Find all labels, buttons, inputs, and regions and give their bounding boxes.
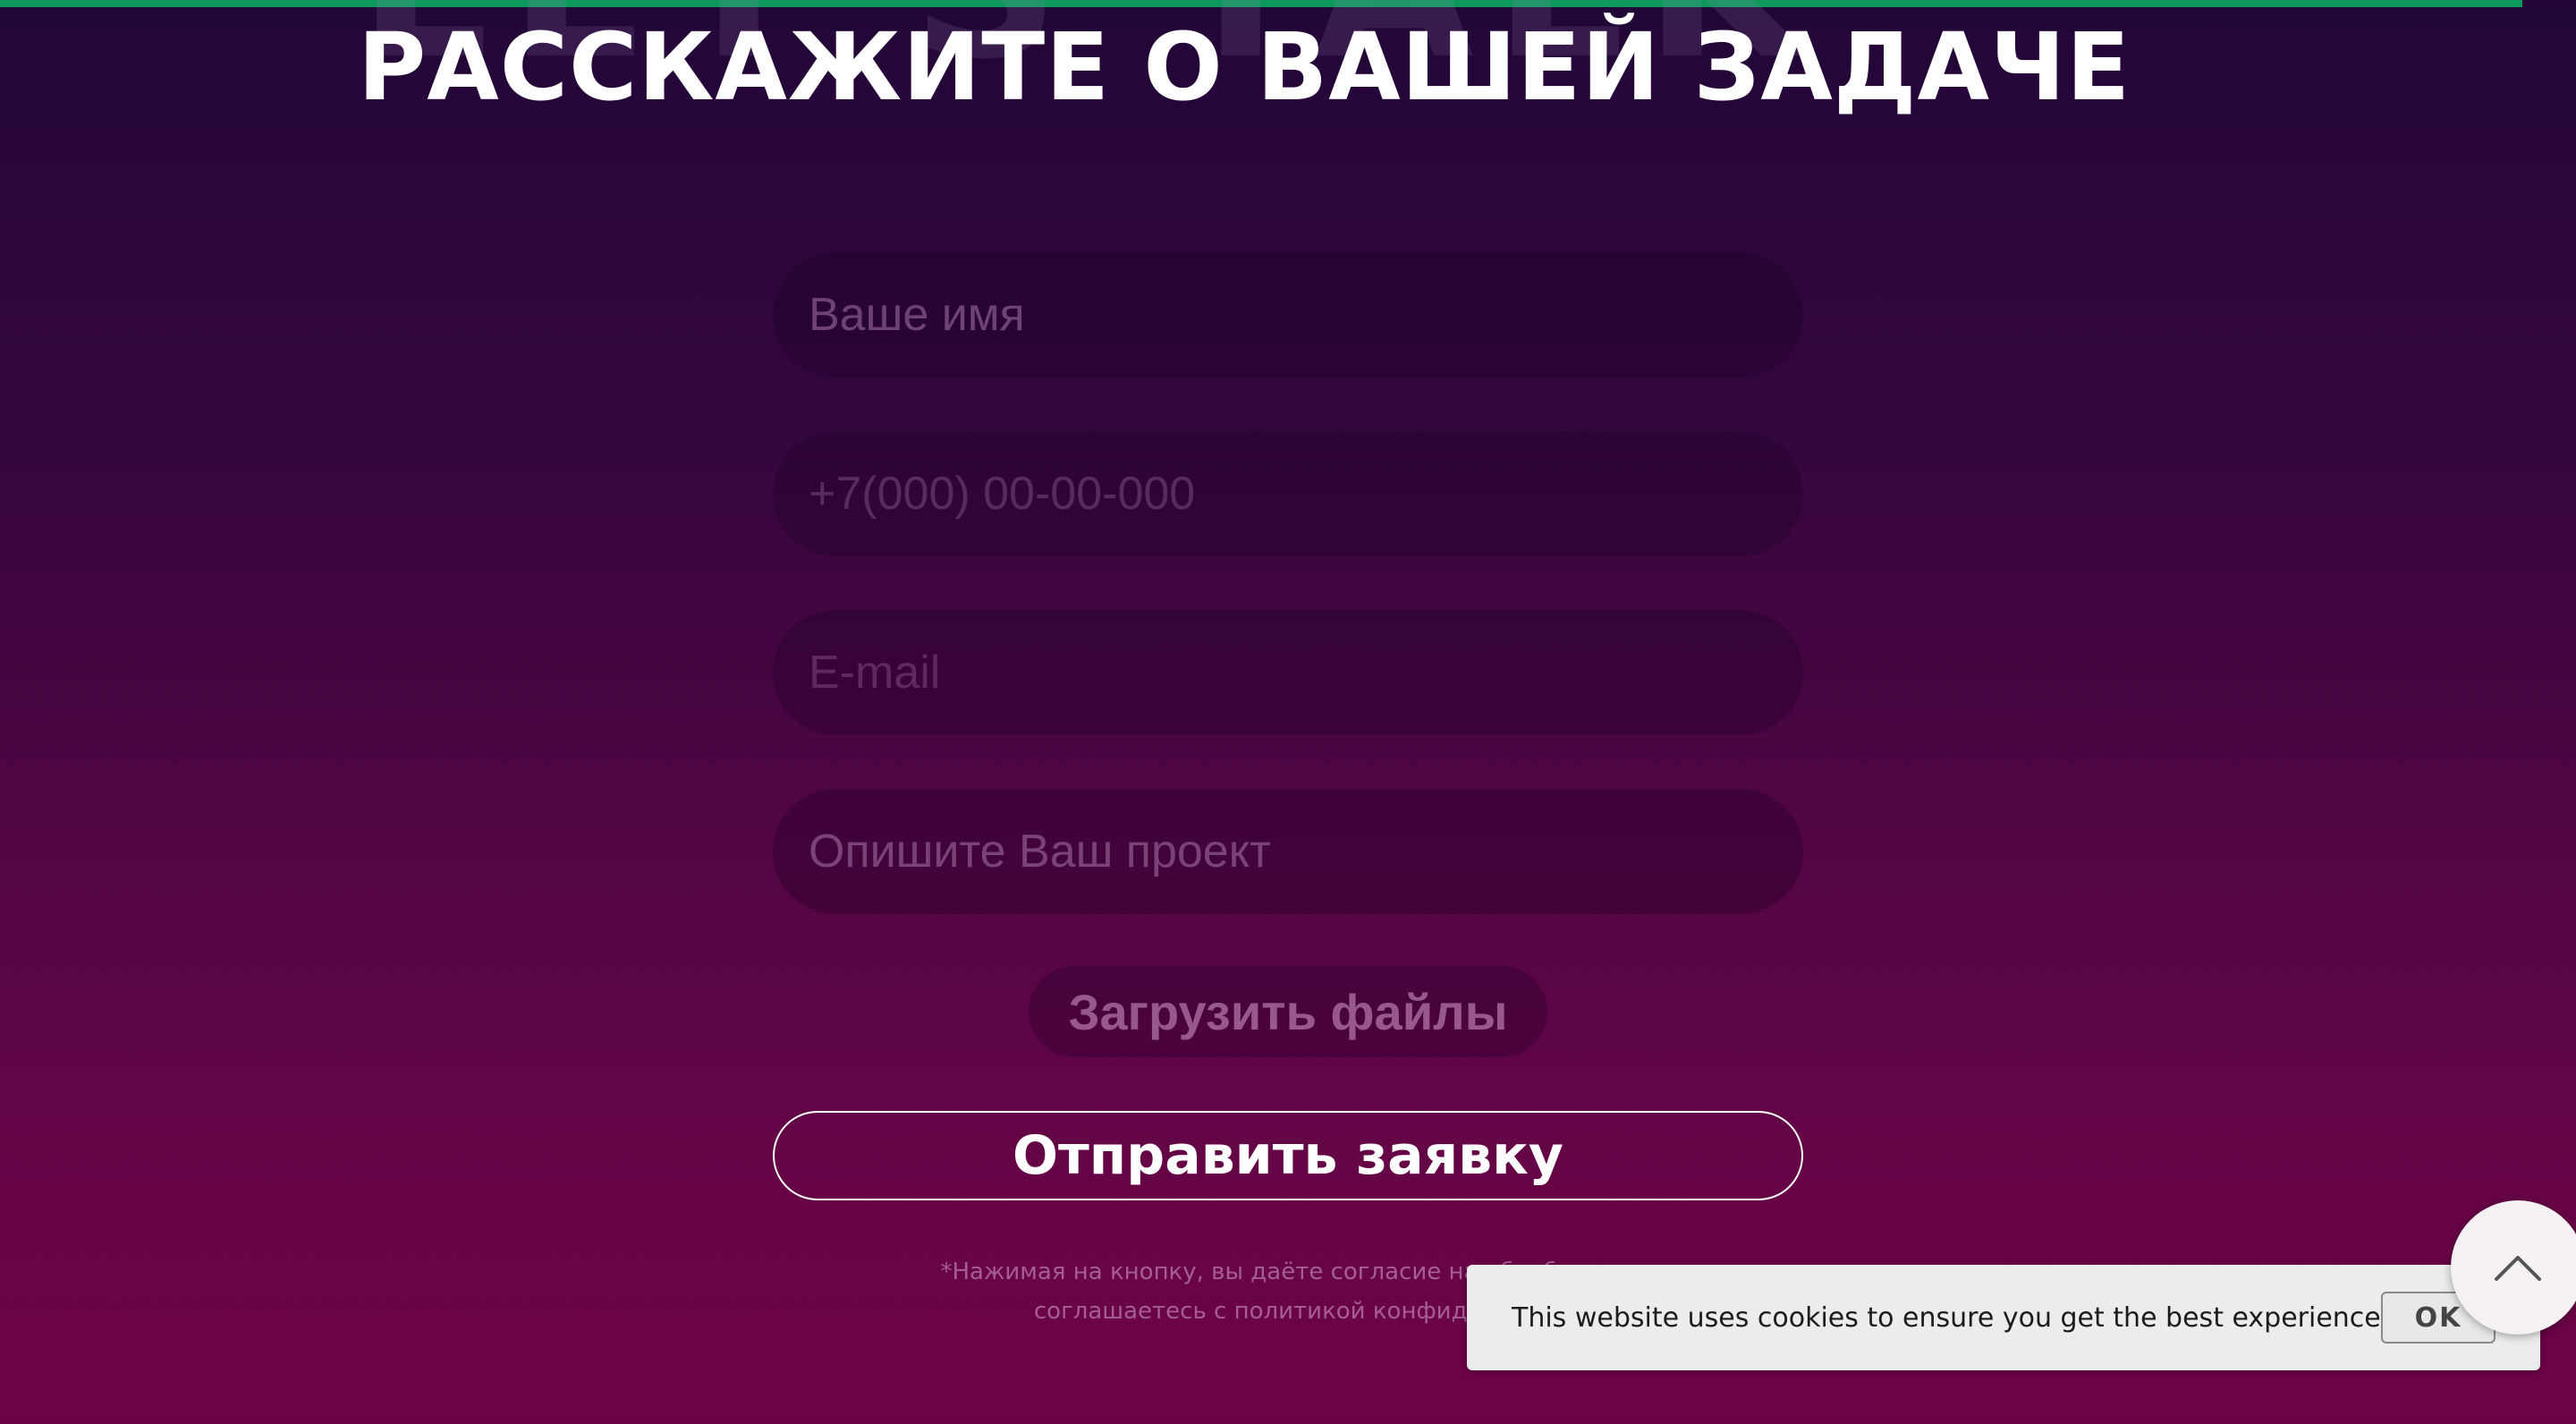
email-input[interactable]: E-mail (773, 610, 1803, 735)
chevron-up-icon (2495, 1256, 2541, 1281)
submit-request-button[interactable]: Отправить заявку (773, 1111, 1803, 1200)
project-description-placeholder: Опишите Ваш проект (809, 826, 1271, 877)
phone-input-placeholder: +7(000) 00-00-000 (809, 468, 1196, 520)
email-input-placeholder: E-mail (809, 647, 941, 699)
cookie-message: This website uses cookies to ensure you … (1512, 1301, 2381, 1334)
section-title: РАССКАЖИТЕ О ВАШЕЙ ЗАДАЧЕ (358, 13, 2131, 122)
cookie-banner: This website uses cookies to ensure you … (1467, 1265, 2540, 1370)
phone-input[interactable]: +7(000) 00-00-000 (773, 431, 1803, 556)
name-input[interactable]: Ваше имя (773, 252, 1803, 377)
submit-request-label: Отправить заявку (1013, 1124, 1563, 1187)
project-description-input[interactable]: Опишите Ваш проект (773, 789, 1803, 914)
upload-files-button[interactable]: Загрузить файлы (1029, 966, 1547, 1057)
upload-files-label: Загрузить файлы (1068, 983, 1508, 1040)
scroll-to-top-button[interactable] (2451, 1200, 2576, 1335)
name-input-placeholder: Ваше имя (809, 289, 1025, 341)
